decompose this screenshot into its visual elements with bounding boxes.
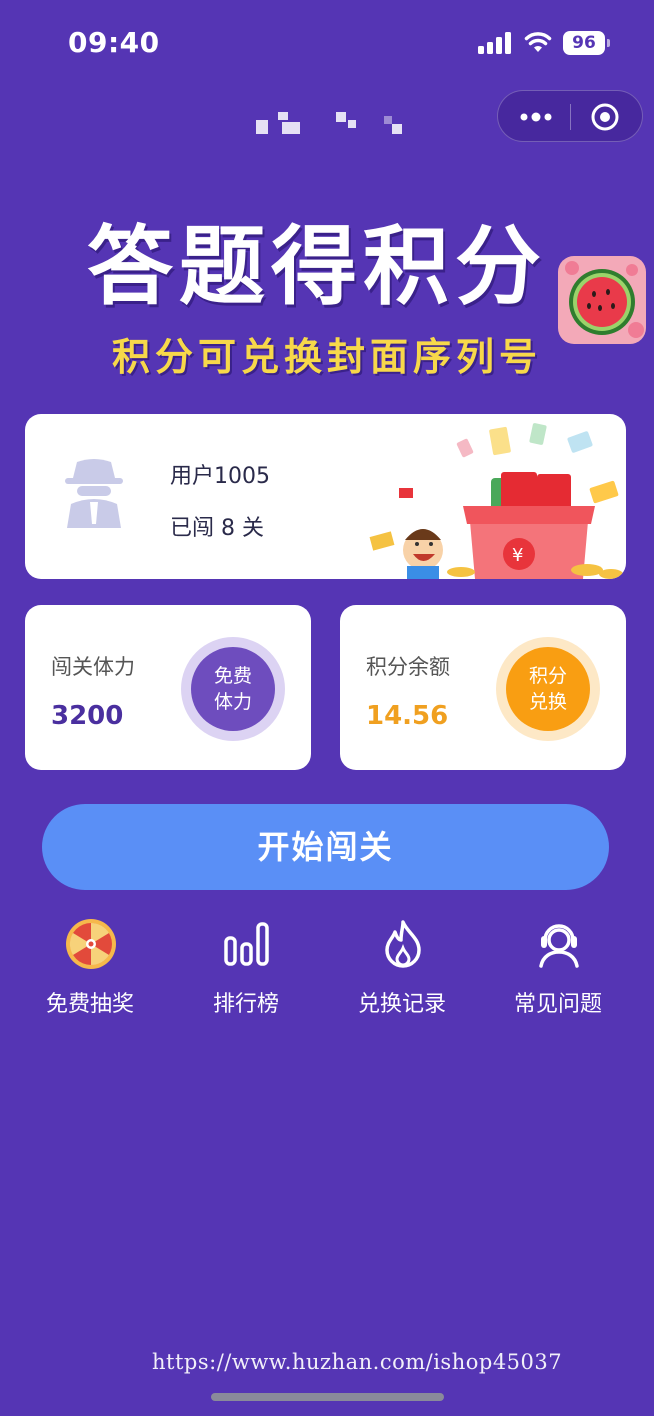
stamina-label: 闯关体力	[51, 655, 135, 679]
free-stamina-line2: 体力	[213, 691, 252, 713]
anonymous-avatar-icon	[65, 459, 123, 528]
levels-cleared: 已闯 8 关	[170, 516, 264, 541]
svg-text:¥: ¥	[512, 545, 523, 566]
banner-title: 答题得积分	[87, 216, 547, 317]
banner-subtitle: 积分可兑换封面序列号	[111, 334, 542, 379]
home-indicator[interactable]	[211, 1393, 444, 1401]
redeem-points-button[interactable]: 积分 兑换	[496, 637, 600, 741]
signal-icon	[478, 32, 511, 54]
points-card: 积分余额 14.56 积分 兑换	[340, 605, 626, 770]
quick-item-free-lottery[interactable]: 免费抽奖	[15, 918, 165, 1018]
points-value: 14.56	[366, 701, 449, 731]
watermelon-icon	[558, 256, 646, 344]
user-name: 用户1005	[170, 464, 270, 489]
quick-item-faq[interactable]: 常见问题	[483, 918, 633, 1018]
user-card: 用户1005 已闯 8 关 ¥	[25, 414, 626, 579]
redeem-points-line2: 兑换	[528, 691, 567, 713]
more-icon[interactable]	[514, 105, 558, 129]
redeem-points-line1: 积分	[528, 665, 567, 687]
bar-chart-icon	[224, 922, 269, 966]
flame-icon	[385, 920, 421, 968]
close-target-icon[interactable]	[590, 102, 620, 132]
points-label: 积分余额	[366, 655, 450, 679]
status-bar: 09:40 96	[0, 0, 654, 88]
status-time: 09:40	[68, 26, 160, 59]
quick-item-leaderboard[interactable]: 排行榜	[171, 918, 321, 1018]
quick-label-leaderboard: 排行榜	[212, 992, 279, 1017]
battery-level: 96	[563, 31, 605, 55]
free-stamina-line1: 免费	[213, 665, 252, 687]
blurred-title	[256, 112, 406, 138]
quick-label-free-lottery: 免费抽奖	[45, 992, 134, 1017]
stamina-card: 闯关体力 3200 免费 体力	[25, 605, 311, 770]
free-stamina-button[interactable]: 免费 体力	[181, 637, 285, 741]
wifi-icon	[524, 32, 552, 52]
stamina-value: 3200	[51, 701, 124, 731]
headset-icon	[539, 924, 579, 968]
gift-box-illustration: ¥	[369, 423, 623, 579]
quick-label-faq: 常见问题	[513, 992, 602, 1017]
battery-indicator: 96	[563, 31, 611, 55]
mini-program-capsule	[497, 90, 643, 142]
watermark-url: https://www.huzhan.com/ishop45037	[152, 1350, 563, 1374]
prize-wheel-icon	[66, 919, 116, 969]
start-challenge-button[interactable]: 开始闯关	[42, 804, 609, 890]
quick-label-exchange-history: 兑换记录	[357, 992, 446, 1017]
quick-item-exchange-history[interactable]: 兑换记录	[327, 918, 477, 1018]
